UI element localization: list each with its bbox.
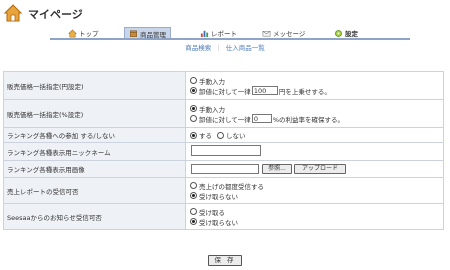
option-label: 円を上乗せする。 <box>278 87 331 96</box>
row-label: 販売価格一括指定(円設定) <box>3 71 186 100</box>
option-label: 卸値に対して一律 <box>199 87 251 96</box>
tab-label: メッセージ <box>273 30 306 38</box>
option-label: 受け取らない <box>199 192 238 201</box>
sub-navigation: 商品検索 ｜ 仕入商品一覧 <box>0 42 450 52</box>
radio-ranking-no[interactable] <box>217 131 224 139</box>
tab-label: 設定 <box>345 30 358 38</box>
option-label: %の利益率を確保する。 <box>272 115 344 124</box>
form-row-nickname: ランキング各種表示用ニックネーム <box>3 142 444 161</box>
browse-button[interactable]: 参照... <box>262 164 292 174</box>
save-button[interactable]: 保 存 <box>208 255 242 266</box>
page-title: マイページ <box>28 8 83 21</box>
radio-seesaa-no[interactable] <box>190 218 197 225</box>
sublink-separator: ｜ <box>215 44 222 52</box>
markup-yen-input[interactable]: 100 <box>251 86 278 95</box>
form-row-seesaa: Seesaaからのお知らせ受信可否 受け取る 受け取らない <box>3 203 444 230</box>
row-label: ランキング各種表示用画像 <box>3 160 186 178</box>
form-row-sales-report: 売上レポートの受信可否 売上げの都度受信する 受け取らない <box>3 177 444 204</box>
settings-form: 販売価格一括指定(円設定) 手動入力 卸値に対して一律 100 円を上乗せする。… <box>3 71 444 230</box>
option-label: 受け取る <box>199 208 225 217</box>
message-icon <box>262 30 271 36</box>
option-label: 売上げの都度受信する <box>199 182 264 191</box>
form-row-ranking: ランキング各種への参加 する/しない する しない <box>3 127 444 143</box>
tab-label: レポート <box>211 30 237 38</box>
option-label: 卸値に対して一律 <box>199 115 251 124</box>
radio-margin-pct[interactable] <box>190 115 197 122</box>
form-row-price-yen: 販売価格一括指定(円設定) 手動入力 卸値に対して一律 100 円を上乗せする。 <box>3 71 444 100</box>
radio-markup-yen[interactable] <box>190 87 197 94</box>
row-label: ランキング各種への参加 する/しない <box>3 127 186 143</box>
save-row: 保 存 <box>0 255 450 266</box>
page-header: マイページ <box>0 0 450 27</box>
option-label: 手動入力 <box>199 77 225 86</box>
gear-icon <box>335 29 342 37</box>
row-label: 販売価格一括指定(%設定) <box>3 99 186 128</box>
radio-report-no[interactable] <box>190 192 197 199</box>
product-search-link[interactable]: 商品検索 <box>185 44 211 52</box>
chart-icon <box>200 30 209 37</box>
home-icon <box>68 29 77 37</box>
upload-button[interactable]: アップロード <box>294 164 346 174</box>
form-row-image: ランキング各種表示用画像 参照... アップロード <box>3 160 444 178</box>
image-file-input[interactable] <box>191 164 259 174</box>
margin-pct-input[interactable]: 0 <box>251 114 272 123</box>
radio-report-each[interactable] <box>190 182 197 189</box>
tab-label: トップ <box>79 30 99 38</box>
row-label: 売上レポートの受信可否 <box>3 177 186 204</box>
purchased-products-link[interactable]: 仕入商品一覧 <box>226 44 265 52</box>
nickname-input[interactable] <box>191 145 261 156</box>
row-label: ランキング各種表示用ニックネーム <box>3 142 186 161</box>
row-label: Seesaaからのお知らせ受信可否 <box>3 203 186 230</box>
radio-manual-pct[interactable] <box>190 105 197 112</box>
option-label: する <box>199 132 212 140</box>
radio-manual-yen[interactable] <box>190 77 197 84</box>
option-label: しない <box>226 132 246 140</box>
tab-underline <box>50 38 410 40</box>
box-icon <box>130 30 137 37</box>
home-icon <box>4 4 22 22</box>
option-label: 手動入力 <box>199 105 225 114</box>
tab-label: 商品管理 <box>140 30 166 39</box>
form-row-price-pct: 販売価格一括指定(%設定) 手動入力 卸値に対して一律 0 %の利益率を確保する… <box>3 99 444 128</box>
radio-ranking-yes[interactable] <box>190 131 197 139</box>
radio-seesaa-yes[interactable] <box>190 208 197 215</box>
option-label: 受け取らない <box>199 218 238 227</box>
